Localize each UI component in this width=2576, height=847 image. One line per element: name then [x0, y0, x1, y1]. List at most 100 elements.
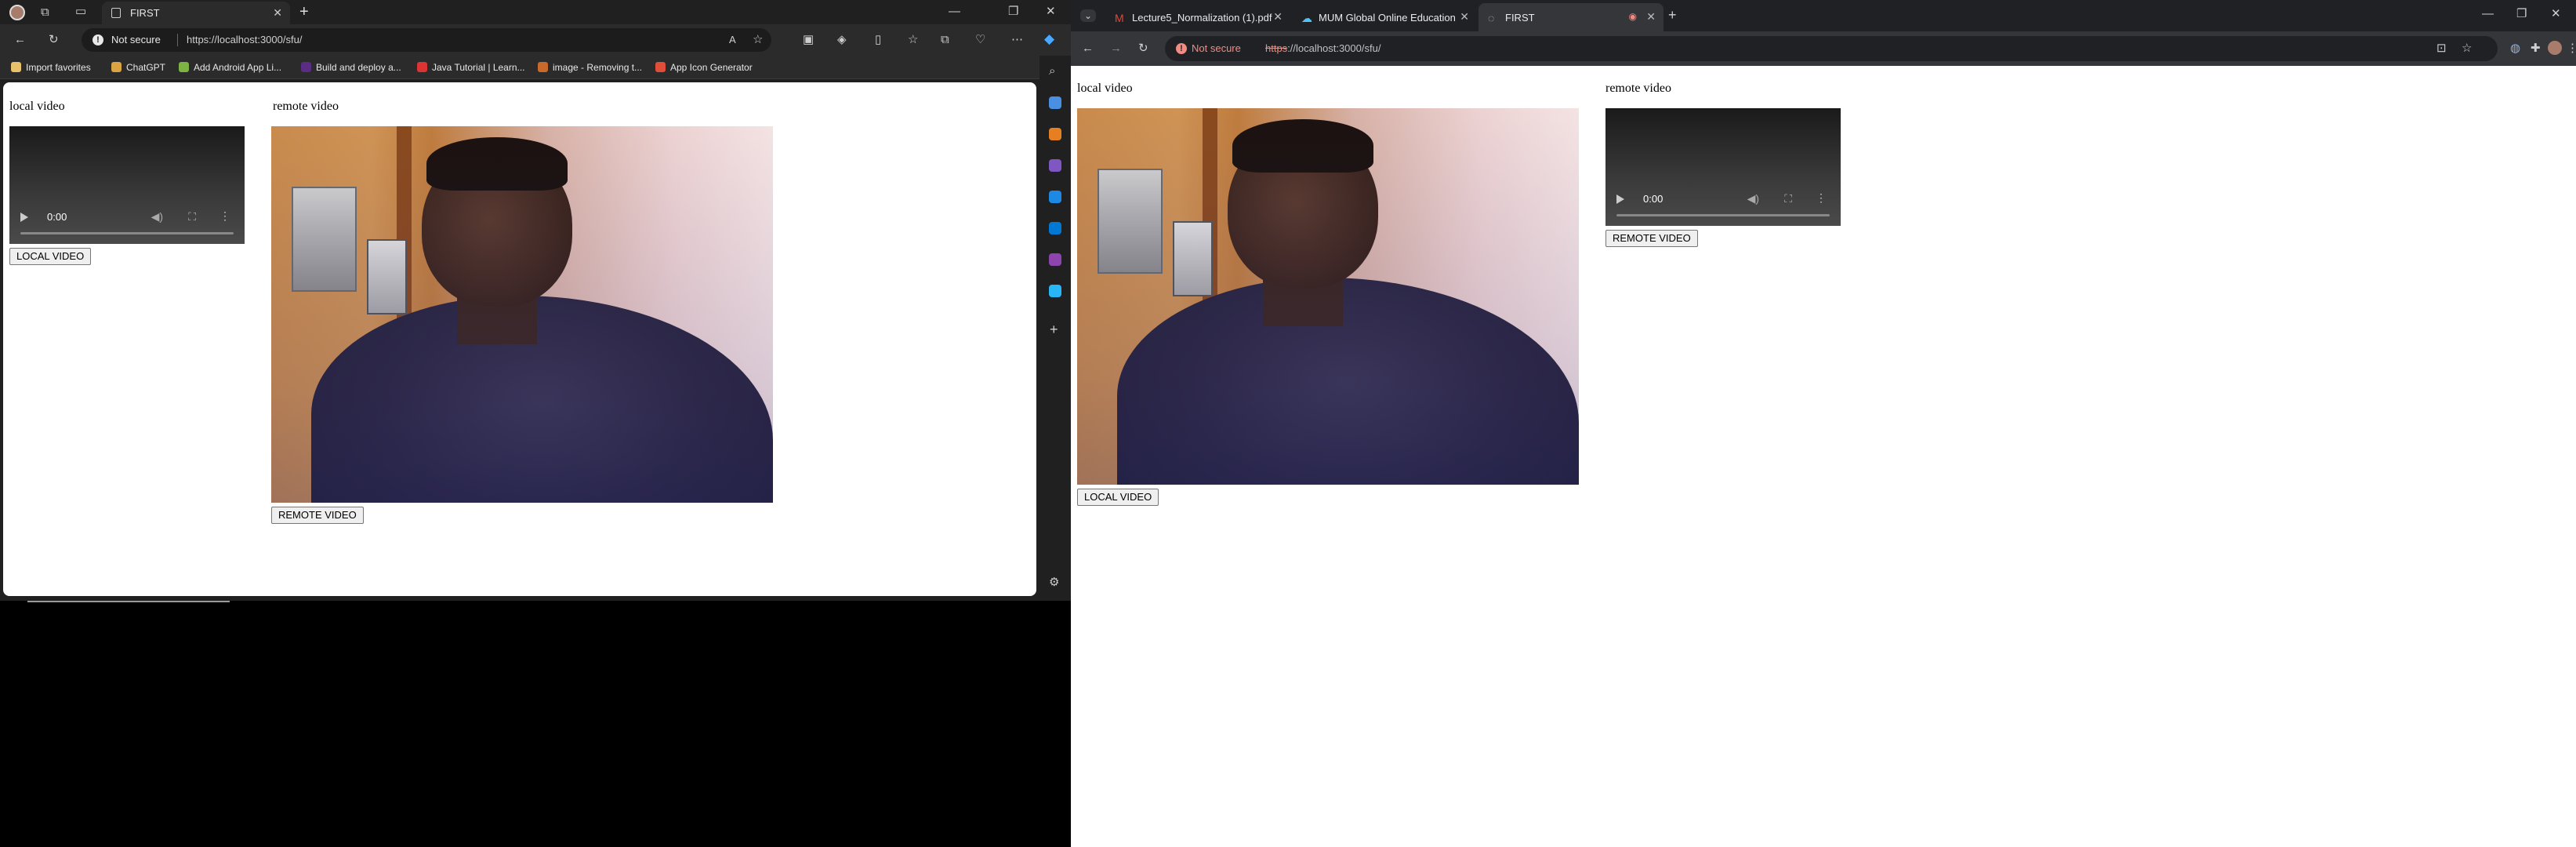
camera-in-use-icon[interactable]: ⊡: [2436, 42, 2447, 54]
extension-icon[interactable]: ◍: [2510, 42, 2520, 54]
close-window-icon[interactable]: ✕: [1046, 5, 1056, 17]
folder-icon: [11, 62, 21, 72]
video-controls: 0:00 ◀) ⛶ ⋮: [1605, 188, 1841, 226]
bookmark-java-tutorial[interactable]: Java Tutorial | Learn...: [417, 62, 525, 73]
close-window-icon[interactable]: ✕: [2551, 8, 2561, 20]
heart-icon: [417, 62, 427, 72]
tab-mum-global[interactable]: ☁ MUM Global Online Education ✕: [1292, 3, 1477, 31]
favorite-star-icon[interactable]: ☆: [753, 34, 763, 45]
local-video-stream[interactable]: [1077, 108, 1579, 485]
sidebar-app-icon[interactable]: [1049, 191, 1061, 203]
extension-icon[interactable]: ▣: [803, 34, 814, 45]
bookmark-android-app[interactable]: Add Android App Li...: [179, 62, 281, 73]
outlook-icon[interactable]: [1049, 222, 1061, 234]
close-tab-icon[interactable]: ✕: [1646, 10, 1656, 24]
split-screen-icon[interactable]: ▯: [875, 34, 881, 45]
refresh-icon[interactable]: ↻: [1138, 42, 1148, 54]
divider: [27, 601, 230, 602]
sidebar-app-icon[interactable]: [1049, 96, 1061, 109]
tab-search-icon[interactable]: ⌄: [1080, 9, 1097, 22]
url-scheme: https: [1265, 42, 1288, 54]
url-host-path: ://localhost:3000/sfu/: [1287, 42, 1381, 54]
bookmark-label: Import favorites: [26, 62, 91, 73]
restore-icon[interactable]: ❐: [2516, 8, 2527, 20]
url-text[interactable]: https://localhost:3000/sfu/: [187, 34, 302, 45]
sidebar-app-icon[interactable]: [1049, 159, 1061, 172]
forward-icon[interactable]: →: [1110, 42, 1122, 54]
tab-lecture5[interactable]: M Lecture5_Normalization (1).pdf ✕: [1105, 3, 1290, 31]
bookmark-app-icon-generator[interactable]: App Icon Generator: [655, 62, 753, 73]
sidebar-app-icon[interactable]: [1049, 285, 1061, 297]
local-video-button[interactable]: LOCAL VIDEO: [1077, 489, 1159, 506]
sidebar-app-icon[interactable]: [1049, 128, 1061, 140]
more-menu-icon[interactable]: ⋮: [2567, 42, 2576, 54]
extensions-puzzle-icon[interactable]: ✚: [2531, 42, 2541, 54]
minimize-icon[interactable]: —: [949, 5, 960, 17]
address-bar[interactable]: ! Not secure https://localhost:3000/sfu/…: [82, 28, 771, 52]
remote-video-button[interactable]: REMOTE VIDEO: [1605, 230, 1698, 247]
recording-icon: ◉: [1628, 11, 1637, 22]
stack-icon: [538, 62, 548, 72]
right-title-bar: ⌄ M Lecture5_Normalization (1).pdf ✕ ☁ M…: [1071, 0, 2576, 31]
close-tab-icon[interactable]: ✕: [1273, 10, 1283, 24]
remote-video-player[interactable]: 0:00 ◀) ⛶ ⋮: [1605, 108, 1841, 226]
remote-video-button[interactable]: REMOTE VIDEO: [271, 507, 364, 524]
tab-first[interactable]: FIRST ✕: [102, 2, 290, 24]
settings-icon[interactable]: ⚙: [1049, 576, 1059, 588]
tab-first[interactable]: ◌ FIRST ◉ ✕: [1478, 3, 1664, 31]
read-aloud-icon[interactable]: A: [729, 35, 736, 45]
close-tab-icon[interactable]: ✕: [1460, 10, 1469, 24]
refresh-icon[interactable]: ↻: [49, 34, 59, 45]
more-options-icon[interactable]: ⋮: [1816, 191, 1827, 205]
performance-icon[interactable]: ♡: [975, 34, 985, 45]
close-tab-icon[interactable]: ✕: [273, 6, 282, 20]
desktop-background: [0, 601, 1071, 847]
workspaces-icon[interactable]: ⧉: [41, 6, 49, 18]
more-menu-icon[interactable]: ⋯: [1011, 34, 1023, 45]
bookmark-image-removing[interactable]: image - Removing t...: [538, 62, 642, 73]
search-icon[interactable]: ⌕: [1049, 65, 1055, 77]
seek-bar[interactable]: [20, 232, 234, 234]
back-icon[interactable]: ←: [14, 34, 26, 45]
more-options-icon[interactable]: ⋮: [220, 209, 230, 223]
play-icon[interactable]: [1616, 194, 1624, 204]
bookmark-import-favorites[interactable]: Import favorites: [11, 62, 91, 73]
bookmark-chatgpt[interactable]: ChatGPT: [111, 62, 165, 73]
bookmark-star-icon[interactable]: ☆: [2462, 42, 2472, 54]
deploy-icon: [301, 62, 311, 72]
volume-icon[interactable]: ◀): [151, 210, 163, 224]
profile-avatar[interactable]: [9, 5, 25, 20]
play-icon[interactable]: [20, 213, 28, 222]
new-tab-button[interactable]: +: [299, 3, 309, 21]
copilot-icon[interactable]: ◆: [1044, 32, 1054, 45]
fullscreen-icon[interactable]: ⛶: [1784, 192, 1792, 205]
local-video-heading: local video: [9, 100, 65, 113]
security-status[interactable]: Not secure: [111, 34, 161, 45]
sidebar-app-icon[interactable]: [1049, 253, 1061, 266]
tab-actions-icon[interactable]: ▭: [75, 5, 86, 17]
grid-icon: [655, 62, 666, 72]
edge-sidebar: ⌕ + ⚙: [1039, 56, 1071, 601]
seek-bar[interactable]: [1616, 214, 1830, 216]
browser-essentials-icon[interactable]: ◈: [837, 34, 847, 45]
local-video-button[interactable]: LOCAL VIDEO: [9, 248, 92, 265]
volume-icon[interactable]: ◀): [1747, 192, 1759, 205]
restore-icon[interactable]: ❐: [1008, 5, 1018, 17]
bookmark-build-deploy[interactable]: Build and deploy a...: [301, 62, 401, 73]
url-text[interactable]: https://localhost:3000/sfu/: [1265, 42, 1381, 54]
remote-video-stream[interactable]: [271, 126, 773, 503]
security-status[interactable]: Not secure: [1192, 42, 1241, 54]
local-video-player[interactable]: 0:00 ◀) ⛶ ⋮: [9, 126, 245, 244]
favorites-icon[interactable]: ☆: [908, 34, 918, 45]
profile-avatar[interactable]: [2548, 41, 2562, 55]
back-icon[interactable]: ←: [1082, 42, 1094, 54]
right-browser-window: ⌄ M Lecture5_Normalization (1).pdf ✕ ☁ M…: [1071, 0, 2576, 847]
collections-icon[interactable]: ⧉: [941, 34, 949, 45]
add-sidebar-app-icon[interactable]: +: [1050, 322, 1058, 336]
address-bar[interactable]: ! Not secure https://localhost:3000/sfu/…: [1165, 36, 2498, 61]
new-tab-button[interactable]: +: [1668, 8, 1677, 22]
minimize-icon[interactable]: —: [2482, 8, 2494, 20]
fullscreen-icon[interactable]: ⛶: [188, 210, 196, 224]
tab-title: MUM Global Online Education: [1319, 12, 1456, 24]
page-icon: [111, 8, 121, 18]
